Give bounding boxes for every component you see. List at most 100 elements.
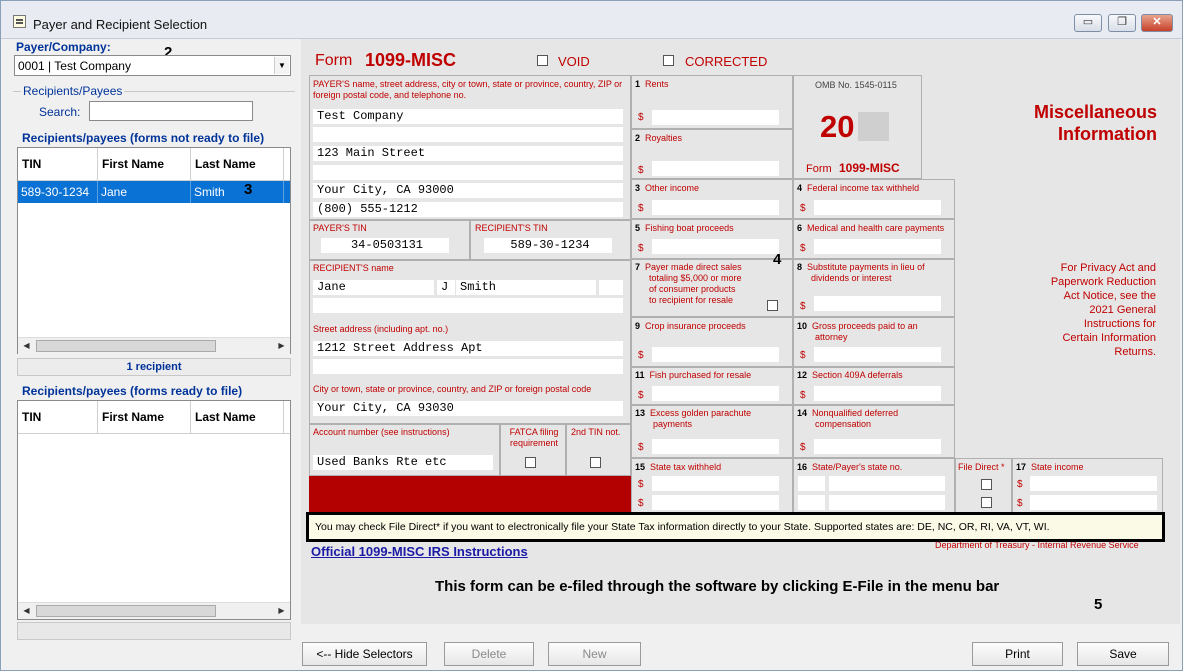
- box-2-caption: 2 Royalties: [635, 133, 683, 143]
- state-tax-2-input[interactable]: [652, 495, 779, 510]
- fishing-boat-input[interactable]: [652, 239, 779, 254]
- box-17-caption: 17 State income: [1016, 462, 1084, 472]
- box-8-caption: 8 Substitute payments in lieu of dividen…: [797, 262, 925, 283]
- dollar-sign: $: [638, 350, 644, 361]
- col-first-name[interactable]: First Name: [98, 148, 191, 181]
- scroll-left-icon[interactable]: ◀: [18, 603, 35, 619]
- file-direct-notice: You may check File Direct* if you want t…: [306, 512, 1165, 542]
- window-title: Payer and Recipient Selection: [33, 17, 208, 32]
- payer-line-6[interactable]: (800) 555-1212: [313, 202, 623, 217]
- fatca-checkbox[interactable]: [525, 457, 536, 468]
- nonqualified-input[interactable]: [814, 439, 941, 454]
- recipient-mi-input[interactable]: J: [437, 280, 455, 295]
- state-income-1-input[interactable]: [1030, 476, 1157, 491]
- second-tin-checkbox[interactable]: [590, 457, 601, 468]
- form-label: Form: [806, 163, 832, 175]
- rents-input[interactable]: [652, 110, 779, 125]
- minimize-button[interactable]: ▭: [1074, 14, 1102, 32]
- delete-button[interactable]: Delete: [444, 642, 534, 666]
- scroll-right-icon[interactable]: ▶: [273, 603, 290, 619]
- save-button[interactable]: Save: [1077, 642, 1169, 666]
- form-name: 1099-MISC: [365, 50, 457, 70]
- state-income-2-input[interactable]: [1030, 495, 1157, 510]
- file-direct-2-checkbox[interactable]: [981, 497, 992, 508]
- scroll-thumb[interactable]: [36, 605, 216, 617]
- payer-tin-input[interactable]: 34-0503131: [321, 238, 449, 253]
- federal-tax-input[interactable]: [814, 200, 941, 215]
- chevron-down-icon[interactable]: ▼: [274, 57, 289, 74]
- fish-purchased-input[interactable]: [652, 386, 779, 401]
- col-tin[interactable]: TIN: [18, 401, 98, 434]
- box-1-caption: 1 Rents: [635, 79, 669, 89]
- recipient-name-line-2[interactable]: [313, 298, 623, 313]
- void-checkbox[interactable]: [537, 55, 548, 66]
- substitute-payments-input[interactable]: [814, 296, 941, 311]
- city-input[interactable]: Your City, CA 93030: [313, 401, 623, 416]
- horizontal-scrollbar[interactable]: ◀ ▶: [18, 602, 290, 619]
- box-10-caption: 10 Gross proceeds paid to an attorney: [797, 321, 918, 342]
- direct-sales-checkbox[interactable]: [767, 300, 778, 311]
- box-3-caption: 3 Other income: [635, 183, 700, 193]
- ready-grid[interactable]: TIN First Name Last Name ◀ ▶: [17, 400, 291, 620]
- recipient-suffix-input[interactable]: [599, 280, 623, 295]
- payer-line-5[interactable]: Your City, CA 93000: [313, 183, 623, 198]
- close-button[interactable]: ✕: [1141, 14, 1173, 32]
- recipient-last-input[interactable]: Smith: [456, 280, 596, 295]
- scroll-right-icon[interactable]: ▶: [273, 338, 290, 354]
- recipient-tin-input[interactable]: 589-30-1234: [484, 238, 612, 253]
- account-input[interactable]: Used Banks Rte etc: [313, 455, 493, 470]
- efile-note: This form can be e-filed through the sof…: [435, 578, 1000, 595]
- irs-instructions-link[interactable]: Official 1099-MISC IRS Instructions: [311, 544, 528, 559]
- state-no-2-input[interactable]: [829, 495, 945, 510]
- row-first-name: Jane: [98, 181, 191, 203]
- corrected-checkbox[interactable]: [663, 55, 674, 66]
- other-income-input[interactable]: [652, 200, 779, 215]
- state-2-input[interactable]: [798, 495, 825, 510]
- payer-line-1[interactable]: Test Company: [313, 109, 623, 124]
- file-direct-1-checkbox[interactable]: [981, 479, 992, 490]
- not-ready-grid[interactable]: TIN First Name Last Name 589-30-1234 Jan…: [17, 147, 291, 354]
- scroll-left-icon[interactable]: ◀: [18, 338, 35, 354]
- payer-line-4[interactable]: [313, 165, 623, 180]
- title-bar: Payer and Recipient Selection ▭ ❐ ✕: [1, 1, 1182, 39]
- gross-proceeds-input[interactable]: [814, 347, 941, 362]
- section-409a-input[interactable]: [814, 386, 941, 401]
- state-tax-1-input[interactable]: [652, 476, 779, 491]
- file-direct-caption: File Direct *: [958, 462, 1005, 472]
- box-7-caption: 7 Payer made direct sales totaling $5,00…: [635, 262, 742, 305]
- crop-insurance-input[interactable]: [652, 347, 779, 362]
- new-button[interactable]: New: [548, 642, 641, 666]
- year-suffix-field[interactable]: [858, 112, 889, 141]
- col-last-name[interactable]: Last Name: [191, 401, 284, 434]
- state-no-1-input[interactable]: [829, 476, 945, 491]
- horizontal-scrollbar[interactable]: ◀ ▶: [18, 337, 290, 354]
- recipient-first-input[interactable]: Jane: [313, 280, 434, 295]
- box-6-caption: 6 Medical and health care payments: [797, 223, 945, 233]
- omb-number: OMB No. 1545-0115: [815, 80, 897, 90]
- col-last-name[interactable]: Last Name: [191, 148, 284, 181]
- golden-parachute-input[interactable]: [652, 439, 779, 454]
- col-tin[interactable]: TIN: [18, 148, 98, 181]
- col-first-name[interactable]: First Name: [98, 401, 191, 434]
- payer-combo[interactable]: 0001 | Test Company ▼: [14, 55, 291, 76]
- print-button[interactable]: Print: [972, 642, 1063, 666]
- state-1-input[interactable]: [798, 476, 825, 491]
- recipient-tin-caption: RECIPIENT'S TIN: [475, 223, 548, 233]
- scroll-thumb[interactable]: [36, 340, 216, 352]
- search-input[interactable]: [89, 101, 253, 121]
- street-line-2[interactable]: [313, 359, 623, 374]
- form-label-name: 1099-MISC: [839, 161, 900, 175]
- dollar-sign: $: [638, 390, 644, 401]
- hide-selectors-button[interactable]: <-- Hide Selectors: [302, 642, 427, 666]
- box-9-caption: 9 Crop insurance proceeds: [635, 321, 746, 331]
- restore-button[interactable]: ❐: [1108, 14, 1136, 32]
- main-window: Payer and Recipient Selection ▭ ❐ ✕ Paye…: [0, 0, 1183, 671]
- dollar-sign: $: [800, 203, 806, 214]
- medical-input[interactable]: [814, 239, 941, 254]
- royalties-input[interactable]: [652, 161, 779, 176]
- payer-line-2[interactable]: [313, 127, 623, 142]
- payer-line-3[interactable]: 123 Main Street: [313, 146, 623, 161]
- box-16-caption: 16 State/Payer's state no.: [797, 462, 903, 472]
- dollar-sign: $: [638, 442, 644, 453]
- street-input[interactable]: 1212 Street Address Apt: [313, 341, 623, 356]
